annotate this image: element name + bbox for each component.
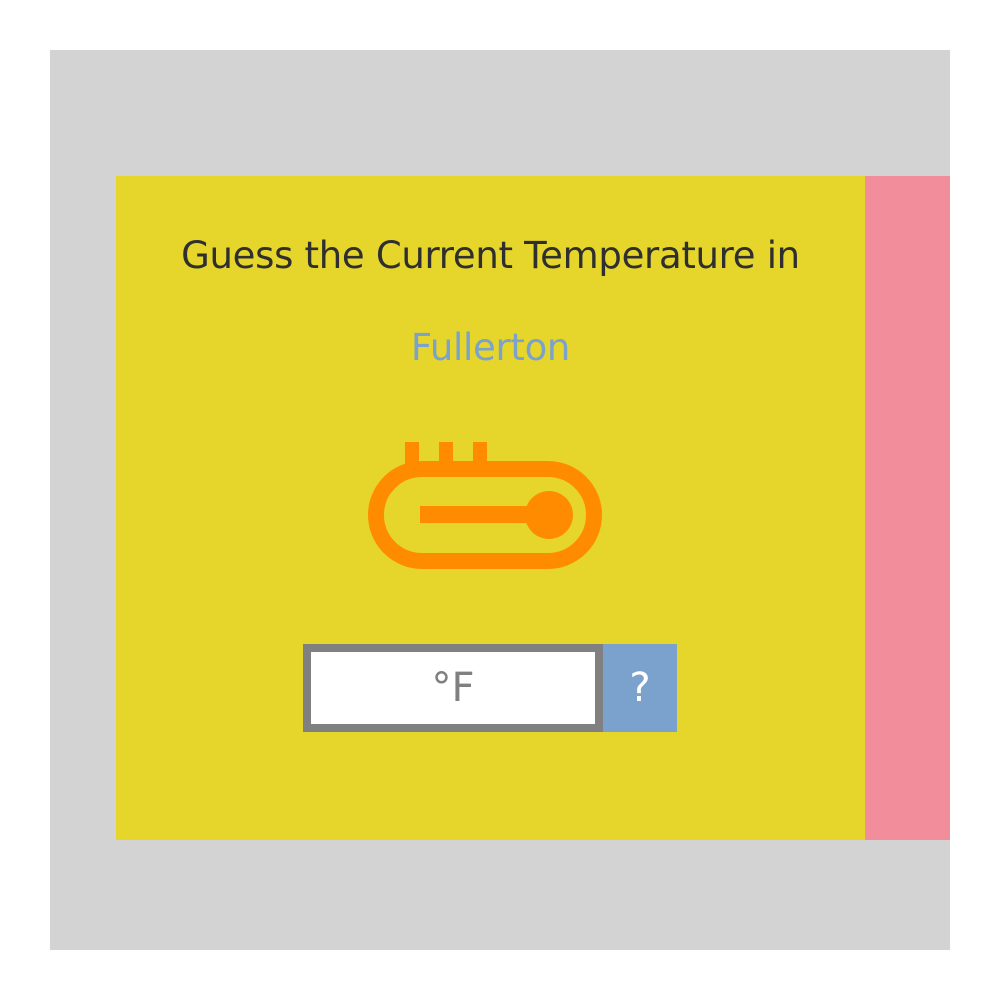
prompt-text: Guess the Current Temperature in — [181, 234, 800, 277]
question-card: Guess the Current Temperature in Fullert… — [116, 176, 865, 840]
temperature-input[interactable] — [303, 644, 603, 732]
guess-form: ? — [303, 644, 678, 732]
next-card-peek — [865, 176, 950, 840]
thermometer-icon — [368, 442, 612, 584]
submit-guess-button[interactable]: ? — [603, 644, 677, 732]
city-name: Fullerton — [410, 326, 571, 369]
game-viewport: Guess the Current Temperature in Fullert… — [50, 50, 950, 950]
